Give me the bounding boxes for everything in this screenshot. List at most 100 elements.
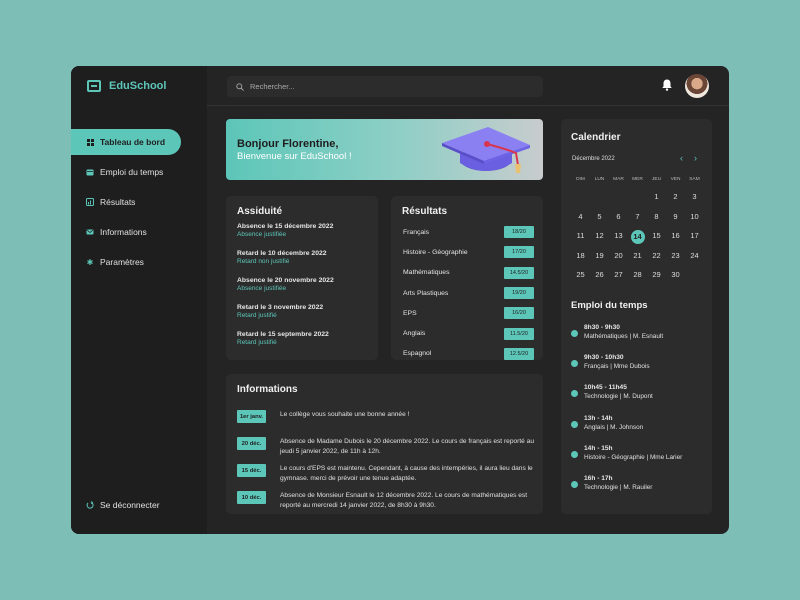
result-subject: Histoire - Géographie — [403, 248, 468, 256]
sidebar-item-settings[interactable]: ✱ Paramètres — [71, 249, 207, 275]
info-date-badge: 20 déc. — [237, 437, 266, 450]
result-row[interactable]: Espagnol 12.5/20 — [403, 344, 534, 364]
weekday-label: JEU — [651, 177, 662, 182]
sidebar-item-label: Paramètres — [100, 257, 144, 267]
list-item[interactable]: Absence le 20 novembre 2022 Absence justi… — [237, 277, 334, 304]
calendar-day[interactable]: 12 — [590, 230, 609, 250]
calendar-day[interactable]: 1 — [647, 191, 666, 211]
schedule-time: 13h - 14h — [584, 414, 613, 422]
schedule-item[interactable]: 16h - 17h Technologie | M. Rauiler — [571, 475, 682, 505]
logout-button[interactable]: Se déconnecter — [86, 500, 160, 510]
result-row[interactable]: Arts Plastiques 19/20 — [403, 283, 534, 303]
calendar-day[interactable]: 13 — [609, 230, 628, 250]
calendar-day[interactable]: 24 — [685, 250, 704, 270]
attendance-item-title: Retard le 10 décembre 2022 — [237, 250, 327, 257]
sidebar-item-informations[interactable]: Informations — [71, 219, 207, 245]
calendar-day[interactable]: 7 — [628, 211, 647, 231]
calendar-day[interactable]: 29 — [647, 269, 666, 289]
attendance-title: Assiduité — [237, 206, 283, 217]
calendar-day[interactable]: 6 — [609, 211, 628, 231]
calendar-day[interactable]: 10 — [685, 211, 704, 231]
grade-badge: 16/20 — [504, 307, 534, 320]
bullet-dot — [571, 450, 578, 458]
sidebar-item-label: Tableau de bord — [100, 137, 166, 147]
logo-icon — [87, 80, 101, 92]
result-row[interactable]: Français 18/20 — [403, 222, 534, 242]
bell-icon[interactable] — [661, 78, 673, 92]
sidebar-item-schedule[interactable]: Emploi du temps — [71, 159, 207, 185]
calendar-day[interactable]: 25 — [571, 269, 590, 289]
calendar-day[interactable]: 23 — [666, 250, 685, 270]
calendar-day-today[interactable]: 14 — [628, 230, 647, 250]
schedule-item[interactable]: 10h45 - 11h45 Technologie | M. Dupont — [571, 384, 682, 414]
sidebar-nav: Tableau de bord Emploi du temps Résultat… — [71, 129, 207, 279]
calendar-day[interactable]: 4 — [571, 211, 590, 231]
calendar-next-button[interactable]: › — [694, 153, 697, 163]
app-window: EduSchool Tableau de bord Emploi du temp… — [71, 66, 729, 534]
calendar-title: Calendrier — [571, 132, 621, 143]
calendar-day[interactable]: 19 — [590, 250, 609, 270]
sidebar-item-label: Informations — [100, 227, 147, 237]
info-text: Absence de Monsieur Esnault le 12 décemb… — [280, 492, 528, 509]
info-text: Absence de Madame Dubois le 20 décembre … — [280, 438, 535, 455]
avatar[interactable] — [685, 74, 709, 98]
calendar-prev-button[interactable]: ‹ — [680, 153, 683, 163]
schedule-item[interactable]: 9h30 - 10h30 Français | Mme Dubois — [571, 354, 682, 384]
schedule-item[interactable]: 8h30 - 9h30 Mathématiques | M. Esnault — [571, 324, 682, 354]
calendar-day[interactable]: 3 — [685, 191, 704, 211]
attendance-item-status: Retard justifié — [237, 312, 277, 319]
list-item[interactable]: Retard le 10 décembre 2022 Retard non jus… — [237, 250, 334, 277]
info-item[interactable]: 10 déc. Absence de Monsieur Esnault le 12… — [237, 491, 537, 518]
banner-title: Bonjour Florentine, — [237, 138, 339, 150]
result-subject: Mathématiques — [403, 269, 450, 277]
calendar-day[interactable]: 2 — [666, 191, 685, 211]
gear-icon: ✱ — [86, 257, 94, 267]
bullet-dot — [571, 390, 578, 398]
calendar-day[interactable]: 27 — [609, 269, 628, 289]
sidebar-item-dashboard[interactable]: Tableau de bord — [71, 129, 181, 155]
schedule-item[interactable]: 14h - 15h Histoire - Géographie | Mme Lar… — [571, 445, 682, 475]
schedule-detail: Histoire - Géographie | Mme Larier — [584, 453, 683, 461]
logout-icon — [86, 501, 94, 509]
calendar-day[interactable]: 5 — [590, 211, 609, 231]
grade-badge: 14.5/20 — [504, 266, 534, 279]
list-item[interactable]: Retard le 3 novembre 2022 Retard justifié — [237, 304, 334, 331]
calendar-day[interactable]: 21 — [628, 250, 647, 270]
calendar-day[interactable]: 20 — [609, 250, 628, 270]
sidebar-item-results[interactable]: Résultats — [71, 189, 207, 215]
mail-icon — [86, 228, 94, 236]
calendar-day[interactable]: 30 — [666, 269, 685, 289]
calendar-day[interactable]: 22 — [647, 250, 666, 270]
calendar-day[interactable]: 16 — [666, 230, 685, 250]
info-date-badge: 15 déc. — [237, 464, 266, 477]
list-item[interactable]: Absence le 15 décembre 2022 Absence justi… — [237, 223, 334, 250]
schedule-detail: Anglais | M. Johnson — [584, 423, 644, 431]
calendar-day[interactable]: 15 — [647, 230, 666, 250]
result-row[interactable]: EPS 16/20 — [403, 303, 534, 323]
banner-subtitle: Bienvenue sur EduSchool ! — [237, 151, 352, 162]
calendar-day[interactable]: 8 — [647, 211, 666, 231]
result-row[interactable]: Histoire - Géographie 17/20 — [403, 242, 534, 262]
info-item[interactable]: 1er janv. Le collège vous souhaite une bo… — [237, 410, 537, 437]
list-item[interactable]: Retard le 15 septembre 2022 Retard justif… — [237, 331, 334, 358]
calendar-day[interactable]: 26 — [590, 269, 609, 289]
info-item[interactable]: 20 déc. Absence de Madame Dubois le 20 dé… — [237, 437, 537, 464]
calendar-day[interactable]: 11 — [571, 230, 590, 250]
calendar-day[interactable]: 17 — [685, 230, 704, 250]
search-input[interactable] — [250, 82, 530, 91]
result-subject: Arts Plastiques — [403, 289, 449, 297]
schedule-detail: Français | Mme Dubois — [584, 363, 650, 371]
result-row[interactable]: Anglais 11.5/20 — [403, 323, 534, 343]
attendance-item-status: Retard non justifié — [237, 258, 290, 265]
weekday-label: SAM — [689, 177, 700, 182]
info-item[interactable]: 15 déc. Le cours d'EPS est maintenu. Cepe… — [237, 464, 537, 491]
calendar-day[interactable]: 28 — [628, 269, 647, 289]
result-subject: Anglais — [403, 330, 426, 338]
logo[interactable]: EduSchool — [87, 80, 166, 92]
schedule-item[interactable]: 13h - 14h Anglais | M. Johnson — [571, 415, 682, 445]
calendar-day[interactable]: 9 — [666, 211, 685, 231]
logout-label: Se déconnecter — [100, 500, 160, 510]
result-row[interactable]: Mathématiques 14.5/20 — [403, 263, 534, 283]
calendar-day[interactable]: 18 — [571, 250, 590, 270]
grade-badge: 12.5/20 — [504, 347, 534, 360]
